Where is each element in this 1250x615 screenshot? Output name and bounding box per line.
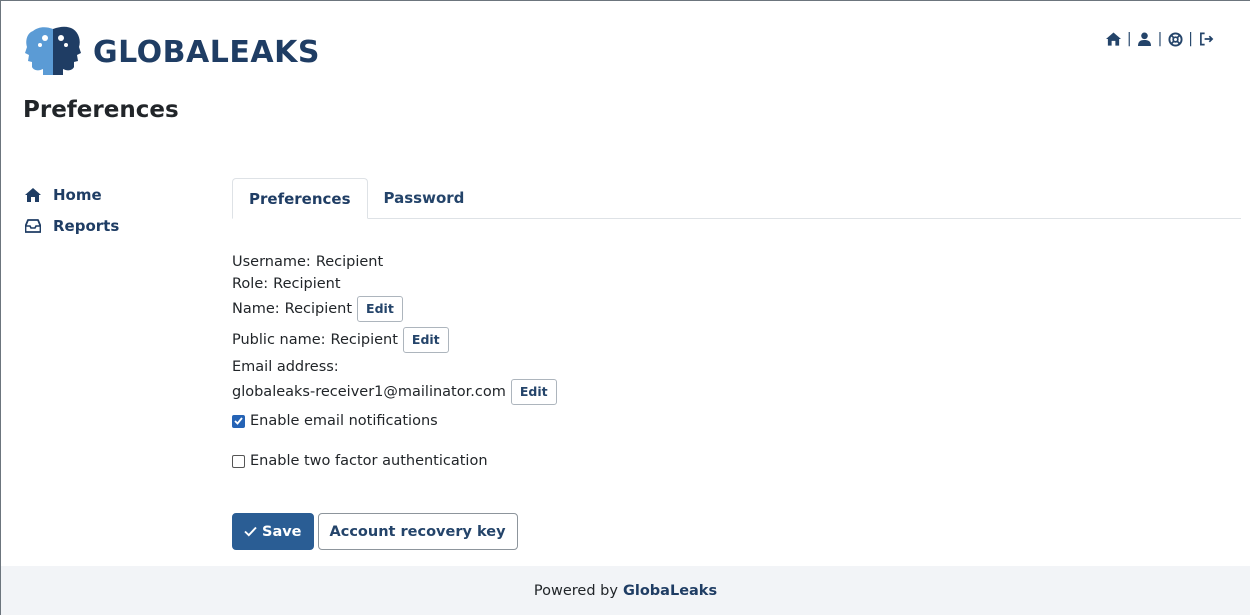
sidebar-item-reports[interactable]: Reports (25, 210, 195, 241)
two-factor-option: Enable two factor authentication (232, 450, 557, 472)
account-recovery-key-button[interactable]: Account recovery key (317, 513, 518, 550)
email-label-row: Email address: (232, 356, 557, 378)
sidebar: Home Reports (25, 179, 195, 241)
name-label: Name: (232, 301, 280, 317)
email-notifications-option: Enable email notifications (232, 410, 557, 432)
sidebar-item-label: Home (53, 185, 102, 204)
name-row: Name: Recipient Edit (232, 295, 557, 323)
globaleaks-logo-icon (25, 26, 81, 75)
email-row: globaleaks-receiver1@mailinator.com Edit (232, 378, 557, 406)
edit-public-name-button[interactable]: Edit (402, 327, 449, 353)
support-icon[interactable] (1167, 31, 1183, 47)
save-button-label: Save (262, 523, 302, 540)
sidebar-item-home[interactable]: Home (25, 179, 195, 210)
role-row: Role: Recipient (232, 273, 557, 295)
email-label: Email address: (232, 359, 339, 375)
nav-separator: | (1188, 31, 1193, 47)
sidebar-item-label: Reports (53, 216, 120, 235)
footer-brand-link[interactable]: GlobaLeaks (623, 583, 717, 599)
logo-text: GLOBALEAKS (93, 34, 320, 70)
form-actions: Save Account recovery key (232, 513, 518, 550)
email-value: globaleaks-receiver1@mailinator.com (232, 384, 506, 400)
email-notifications-label[interactable]: Enable email notifications (250, 410, 438, 432)
email-notifications-checkbox[interactable] (232, 414, 245, 428)
top-nav: | | | (1106, 31, 1214, 47)
user-icon[interactable] (1137, 31, 1153, 47)
public-name-value: Recipient (330, 332, 398, 348)
preferences-panel: Username: Recipient Role: Recipient Name… (232, 251, 557, 472)
nav-separator: | (1157, 31, 1163, 47)
page: GLOBALEAKS | | | Preferences Home Report… (0, 0, 1250, 615)
logout-icon[interactable] (1198, 31, 1214, 47)
edit-email-button[interactable]: Edit (510, 379, 557, 405)
tab-password[interactable]: Password (368, 178, 481, 218)
check-icon (244, 526, 257, 537)
logo[interactable]: GLOBALEAKS (23, 25, 320, 79)
role-label: Role: (232, 276, 269, 292)
inbox-icon (25, 218, 41, 234)
home-icon (25, 187, 41, 203)
public-name-row: Public name: Recipient Edit (232, 326, 557, 354)
two-factor-label[interactable]: Enable two factor authentication (250, 450, 488, 472)
tab-bar: Preferences Password (232, 178, 1241, 219)
public-name-label: Public name: (232, 332, 326, 348)
name-value: Recipient (284, 301, 353, 317)
username-value: Recipient (315, 254, 384, 270)
username-row: Username: Recipient (232, 251, 557, 273)
role-value: Recipient (273, 276, 341, 292)
username-label: Username: (232, 254, 311, 270)
footer-prefix: Powered by (533, 583, 618, 599)
footer: Powered by GlobaLeaks (1, 566, 1250, 615)
save-button[interactable]: Save (232, 513, 314, 550)
two-factor-checkbox[interactable] (232, 454, 245, 468)
nav-separator: | (1126, 31, 1132, 47)
tab-preferences[interactable]: Preferences (232, 178, 368, 219)
page-title: Preferences (23, 97, 179, 123)
edit-name-button[interactable]: Edit (357, 296, 403, 322)
home-icon[interactable] (1106, 31, 1122, 47)
